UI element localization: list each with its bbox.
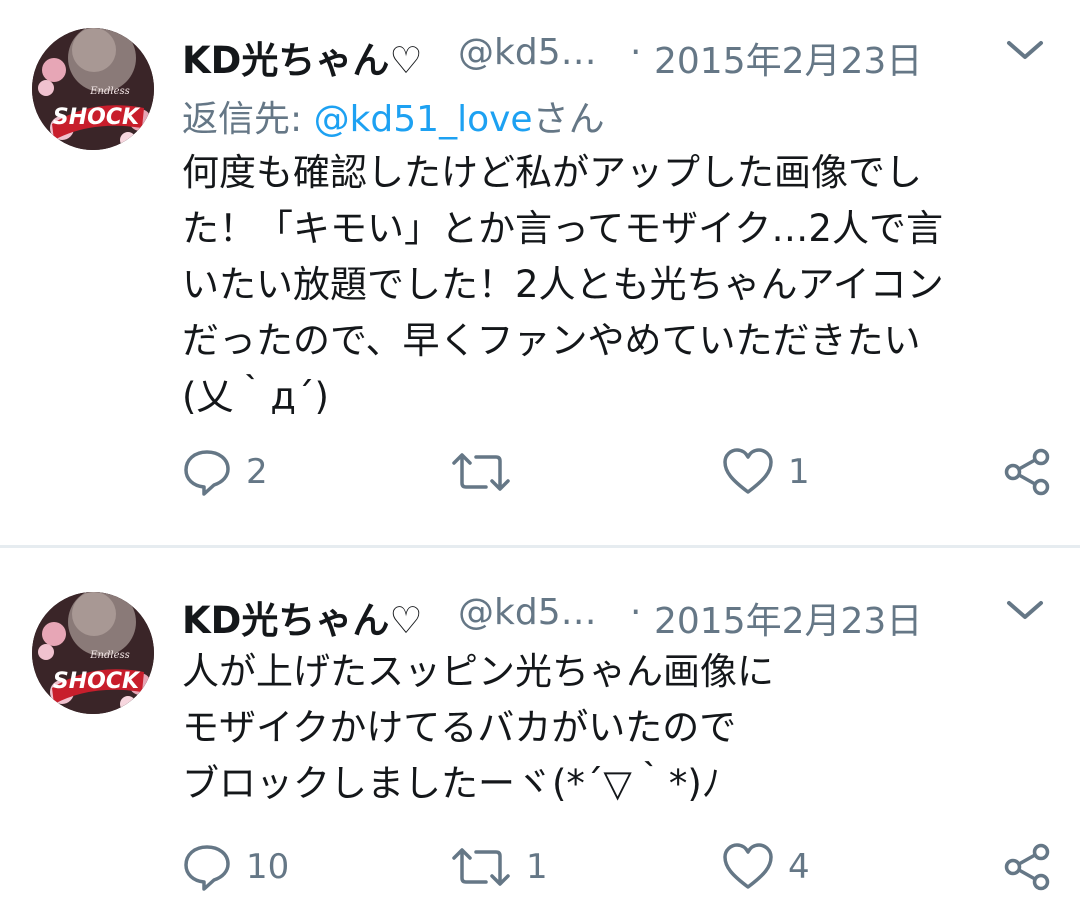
separator-dot: ·: [630, 32, 642, 73]
tweet[interactable]: SHOCK Endless KD光ちゃん♡ @kd5… · 2015年2月23日…: [0, 545, 1080, 919]
avatar[interactable]: SHOCK Endless: [32, 28, 154, 150]
retweet-arrows-icon: [450, 842, 512, 892]
svg-text:Endless: Endless: [89, 86, 130, 97]
retweet-button[interactable]: [450, 444, 526, 500]
like-count: 4: [788, 847, 810, 887]
display-name[interactable]: KD光ちゃん♡: [182, 30, 423, 84]
display-name[interactable]: KD光ちゃん♡: [182, 590, 423, 644]
reply-context: 返信先: @kd51_loveさん: [182, 90, 605, 142]
share-button[interactable]: [1002, 444, 1052, 500]
reply-prefix: 返信先:: [182, 99, 314, 140]
like-button[interactable]: 1: [722, 444, 810, 500]
timeline: SHOCK Endless KD光ちゃん♡ @kd5… · 2015年2月23日…: [0, 0, 1080, 919]
reply-button[interactable]: 10: [182, 839, 289, 895]
tweet-date[interactable]: 2015年2月23日: [654, 32, 922, 84]
tweet-text-line: た！「キモい」とか言ってモザイク…2人で言: [182, 207, 943, 250]
tweet-header: KD光ちゃん♡ @kd5… · 2015年2月23日: [182, 588, 1052, 642]
tweet-text-line: モザイクかけてるバカがいたので: [182, 706, 737, 749]
reply-suffix: さん: [532, 99, 605, 140]
tweet-header: KD光ちゃん♡ @kd5… · 2015年2月23日: [182, 28, 1052, 82]
svg-text:SHOCK: SHOCK: [53, 669, 141, 694]
speech-bubble-icon: [182, 447, 232, 497]
chevron-down-icon[interactable]: [1004, 36, 1046, 66]
tweet-actions: 2 1: [182, 444, 1052, 500]
svg-text:Endless: Endless: [89, 650, 130, 661]
retweet-count: 1: [526, 847, 548, 887]
avatar[interactable]: SHOCK Endless: [32, 592, 154, 714]
tweet-text-line: いたい放題でした！2人とも光ちゃんアイコン: [182, 263, 944, 306]
retweet-arrows-icon: [450, 447, 512, 497]
reply-count: 10: [246, 847, 290, 887]
tweet-actions: 10 1 4: [182, 839, 1052, 895]
chevron-down-icon[interactable]: [1004, 596, 1046, 626]
tweet-text-line: (乂｀д´): [182, 375, 329, 418]
avatar-image: SHOCK Endless: [32, 28, 154, 150]
user-handle[interactable]: @kd5…: [458, 32, 597, 73]
speech-bubble-icon: [182, 842, 232, 892]
avatar-image: SHOCK Endless: [32, 592, 154, 714]
heart-outline-icon: [722, 842, 774, 892]
tweet-date[interactable]: 2015年2月23日: [654, 592, 922, 644]
reply-mention-link[interactable]: @kd51_love: [314, 99, 533, 140]
tweet-text-line: ブロックしましたーヾ(*´▽｀*)ﾉ: [182, 762, 721, 805]
tweet-text: 人が上げたスッピン光ちゃん画像に モザイクかけてるバカがいたので ブロックしまし…: [182, 644, 1040, 812]
user-handle[interactable]: @kd5…: [458, 592, 597, 633]
heart-outline-icon: [722, 447, 774, 497]
retweet-button[interactable]: 1: [450, 839, 548, 895]
share-button[interactable]: [1002, 839, 1052, 895]
share-nodes-icon: [1002, 447, 1052, 497]
tweet-text: 何度も確認したけど私がアップした画像でし た！「キモい」とか言ってモザイク…2人…: [182, 145, 1040, 425]
separator-dot: ·: [630, 592, 642, 633]
reply-button[interactable]: 2: [182, 444, 268, 500]
svg-text:SHOCK: SHOCK: [53, 105, 141, 130]
tweet-text-line: だったので、早くファンやめていただきたい: [182, 319, 921, 362]
tweet-text-line: 何度も確認したけど私がアップした画像でし: [182, 151, 922, 194]
tweet-text-line: 人が上げたスッピン光ちゃん画像に: [182, 650, 774, 693]
like-button[interactable]: 4: [722, 839, 810, 895]
reply-count: 2: [246, 452, 268, 492]
tweet[interactable]: SHOCK Endless KD光ちゃん♡ @kd5… · 2015年2月23日…: [0, 0, 1080, 545]
like-count: 1: [788, 452, 810, 492]
share-nodes-icon: [1002, 842, 1052, 892]
